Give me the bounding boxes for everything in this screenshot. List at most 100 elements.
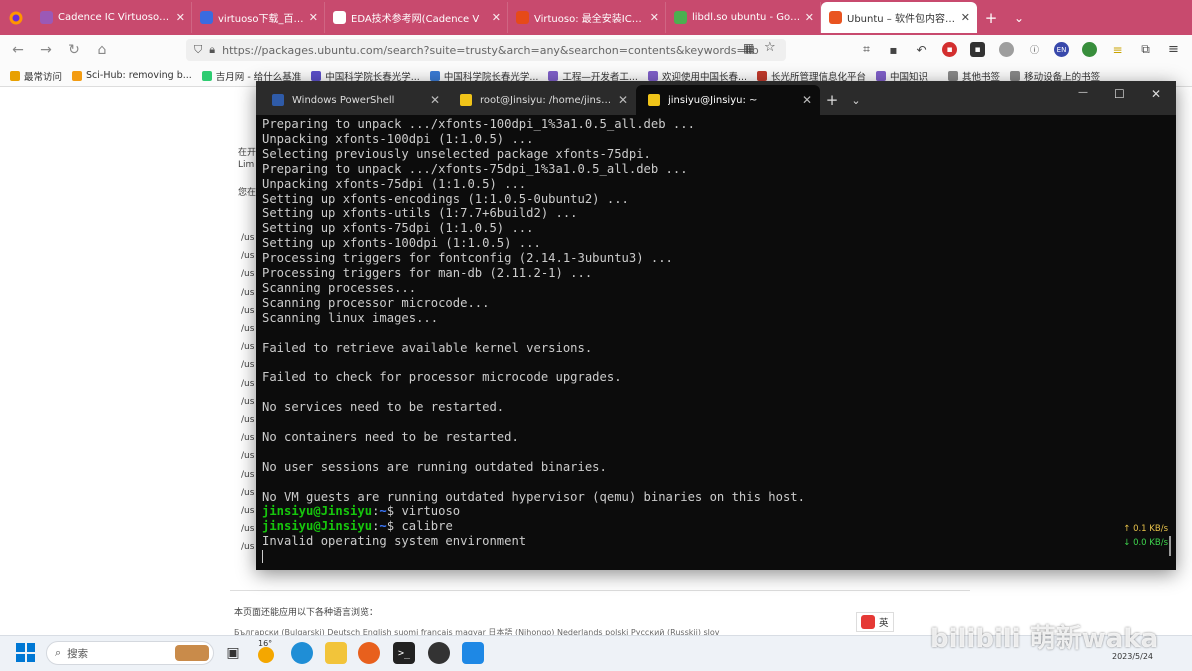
terminal-tab[interactable]: jinsiyu@Jinsiyu: ~ ✕ bbox=[636, 85, 820, 115]
file-path-row[interactable]: /us bbox=[241, 360, 254, 370]
file-path-row[interactable]: /us bbox=[241, 433, 254, 443]
file-path-row[interactable]: /us bbox=[241, 488, 254, 498]
firefox-icon[interactable] bbox=[358, 642, 380, 664]
terminal-tab[interactable]: root@Jinsiyu: /home/jinsiyu ✕ bbox=[448, 85, 636, 115]
close-tab-icon[interactable]: ✕ bbox=[492, 11, 501, 24]
browser-tab[interactable]: libdl.so ubuntu - Googl ✕ bbox=[666, 2, 821, 33]
page-text-line: 在开 bbox=[238, 148, 257, 158]
back-arrow-icon[interactable]: ← bbox=[4, 42, 32, 58]
file-path-row[interactable]: /us bbox=[241, 506, 254, 516]
adblock-icon[interactable]: ▪ bbox=[942, 42, 957, 57]
tab-favicon-icon bbox=[674, 11, 687, 24]
info-extension-icon[interactable]: ⓘ bbox=[1027, 42, 1042, 57]
close-tab-icon[interactable]: ✕ bbox=[961, 11, 970, 24]
edge-browser-icon[interactable] bbox=[291, 642, 313, 664]
minimize-button[interactable]: — bbox=[1078, 87, 1088, 98]
translate-extension-icon[interactable]: EN bbox=[1054, 42, 1069, 57]
file-explorer-icon[interactable] bbox=[325, 642, 347, 664]
close-terminal-tab-icon[interactable]: ✕ bbox=[430, 93, 440, 107]
terminal-scrollbar[interactable] bbox=[1169, 536, 1171, 556]
ime-toolbar[interactable]: 英 bbox=[856, 612, 894, 632]
task-view-icon[interactable]: ▣ bbox=[222, 642, 244, 664]
vscode-icon[interactable] bbox=[462, 642, 484, 664]
bookmark-favicon-icon bbox=[201, 70, 212, 81]
terminal-line: Scanning processor microcode... bbox=[262, 295, 490, 310]
file-path-row[interactable]: /us bbox=[241, 470, 254, 480]
bookmark-star-icon[interactable]: ☆ bbox=[764, 40, 776, 55]
terminal-tab[interactable]: Windows PowerShell ✕ bbox=[260, 85, 448, 115]
file-path-row[interactable]: /us bbox=[241, 379, 254, 389]
browser-tab[interactable]: virtuoso下载_百度搜索 ✕ bbox=[192, 2, 325, 33]
file-path-row[interactable]: /us bbox=[241, 342, 254, 352]
bookmark-item[interactable]: 最常访问 bbox=[10, 69, 62, 83]
terminal-app-icon[interactable]: >_ bbox=[393, 642, 415, 664]
extensions-puzzle-icon[interactable]: ⧉ bbox=[1138, 42, 1153, 57]
taskbar-clock-date[interactable]: 2023/5/24 bbox=[1112, 652, 1153, 661]
close-terminal-tab-icon[interactable]: ✕ bbox=[618, 93, 628, 107]
lines-extension-icon[interactable]: ≡ bbox=[1110, 42, 1125, 57]
close-terminal-tab-icon[interactable]: ✕ bbox=[802, 93, 812, 107]
search-decoration-icon bbox=[175, 645, 209, 661]
terminal-window[interactable]: Windows PowerShell ✕ root@Jinsiyu: /home/j… bbox=[256, 81, 1176, 570]
qr-code-icon[interactable]: ▦ bbox=[743, 41, 754, 55]
file-path-row[interactable]: /us bbox=[241, 524, 254, 534]
terminal-output[interactable]: Preparing to unpack .../xfonts-100dpi_1%… bbox=[262, 117, 1162, 564]
terminal-cursor-line[interactable] bbox=[262, 549, 1162, 564]
page-text-line: Lim bbox=[238, 160, 255, 170]
browser-tab[interactable]: EDA技术参考网(Cadence V ✕ bbox=[325, 2, 508, 33]
chat-icon[interactable]: ▪ bbox=[886, 42, 901, 57]
file-path-row[interactable]: /us bbox=[241, 269, 254, 279]
forward-arrow-icon[interactable]: → bbox=[32, 42, 60, 58]
screenshot-crop-icon[interactable]: ⌗ bbox=[859, 42, 874, 57]
list-tabs-button[interactable]: ⌄ bbox=[1005, 0, 1033, 35]
url-bar[interactable]: ⛉ 🔒︎ https://packages.ubuntu.com/search?… bbox=[186, 39, 786, 61]
firefox-menu-icon[interactable] bbox=[0, 0, 32, 35]
terminal-dropdown-button[interactable]: ⌄ bbox=[844, 85, 868, 115]
terminal-new-tab-button[interactable]: + bbox=[820, 85, 844, 115]
terminal-tab-title: Windows PowerShell bbox=[292, 94, 395, 106]
windows-start-icon[interactable] bbox=[16, 643, 35, 662]
file-path-row[interactable]: /us bbox=[241, 251, 254, 261]
close-tab-icon[interactable]: ✕ bbox=[176, 11, 185, 24]
file-path-row[interactable]: /us bbox=[241, 288, 254, 298]
browser-tab[interactable]: Virtuoso: 最全安装IC618 ✕ bbox=[508, 2, 666, 33]
close-tab-icon[interactable]: ✕ bbox=[805, 11, 814, 24]
reload-icon[interactable]: ↻ bbox=[60, 42, 88, 58]
close-window-button[interactable]: ✕ bbox=[1151, 87, 1161, 101]
new-tab-button[interactable]: + bbox=[977, 0, 1005, 35]
file-path-row[interactable]: /us bbox=[241, 415, 254, 425]
tab-title: EDA技术参考网(Cadence V bbox=[351, 14, 480, 25]
green-extension-icon[interactable] bbox=[999, 42, 1014, 57]
app-menu-icon[interactable]: ≡ bbox=[1166, 42, 1181, 57]
file-path-row[interactable]: /us bbox=[241, 451, 254, 461]
home-icon[interactable]: ⌂ bbox=[88, 42, 116, 58]
file-path-row[interactable]: /us bbox=[241, 542, 254, 552]
file-path-row[interactable]: /us bbox=[241, 324, 254, 334]
prompt-path: ~ bbox=[379, 519, 387, 534]
browser-tab[interactable]: Cadence IC Virtuoso 6.1 ✕ bbox=[32, 2, 192, 33]
close-tab-icon[interactable]: ✕ bbox=[309, 11, 318, 24]
browser-tab[interactable]: Ubuntu – 软件包内容搜索 ✕ bbox=[821, 2, 977, 33]
tab-favicon-icon bbox=[200, 11, 213, 24]
prompt-command: virtuoso bbox=[401, 504, 461, 519]
file-path-row[interactable]: /us bbox=[241, 306, 254, 316]
file-path-row[interactable]: /us bbox=[241, 233, 254, 243]
shield-icon[interactable]: ⛉ bbox=[194, 43, 202, 57]
weather-icon[interactable] bbox=[258, 647, 274, 663]
puzzle-green-icon[interactable] bbox=[1082, 42, 1097, 57]
extension-badge-icon[interactable]: ▪ bbox=[970, 42, 985, 57]
davinci-app-icon[interactable] bbox=[428, 642, 450, 664]
lock-icon[interactable]: 🔒︎ bbox=[209, 43, 215, 57]
prompt-sigil: $ bbox=[386, 519, 402, 534]
close-tab-icon[interactable]: ✕ bbox=[650, 11, 659, 24]
tab-favicon-icon bbox=[333, 11, 346, 24]
bookmark-item[interactable]: Sci-Hub: removing b... bbox=[72, 70, 192, 81]
maximize-button[interactable]: ☐ bbox=[1114, 87, 1125, 101]
undo-arrow-icon[interactable]: ↶ bbox=[914, 42, 929, 57]
taskbar-search[interactable]: ⌕ 搜索 bbox=[46, 641, 214, 665]
file-path-row[interactable]: /us bbox=[241, 397, 254, 407]
